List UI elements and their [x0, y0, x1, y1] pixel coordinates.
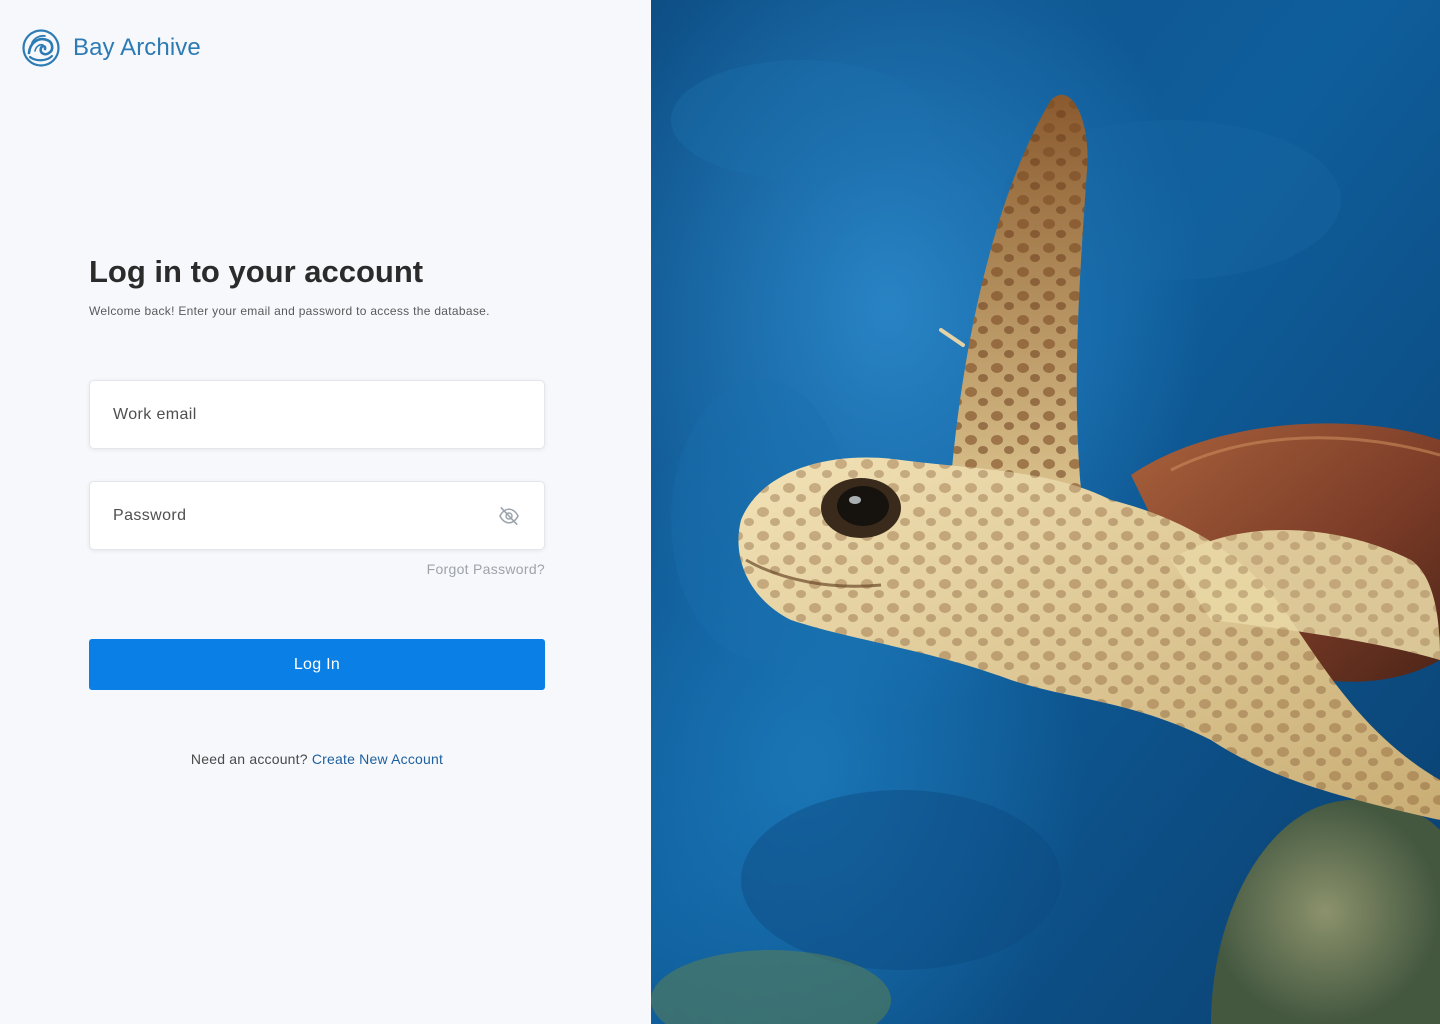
password-field[interactable] — [90, 482, 544, 549]
signup-row: Need an account? Create New Account — [89, 751, 545, 767]
create-account-link[interactable]: Create New Account — [312, 751, 443, 767]
eye-off-icon[interactable] — [498, 506, 520, 526]
login-header: Log in to your account Welcome back! Ent… — [89, 250, 545, 318]
brand-name: Bay Archive — [73, 34, 201, 61]
email-field-container — [89, 380, 545, 449]
brand[interactable]: Bay Archive — [22, 29, 201, 67]
email-field[interactable] — [90, 381, 544, 448]
hero-photo-sea-turtle — [651, 0, 1440, 1024]
page-title: Log in to your account — [89, 254, 424, 289]
page-subtitle: Welcome back! Enter your email and passw… — [89, 304, 490, 318]
spiral-wave-logo-icon — [22, 29, 60, 67]
login-button[interactable]: Log In — [89, 639, 545, 690]
forgot-password-link[interactable]: Forgot Password? — [427, 561, 545, 577]
login-panel: Bay Archive Log in to your account Welco… — [0, 0, 651, 1024]
signup-prompt: Need an account? — [190, 751, 308, 767]
password-field-container — [89, 481, 545, 550]
